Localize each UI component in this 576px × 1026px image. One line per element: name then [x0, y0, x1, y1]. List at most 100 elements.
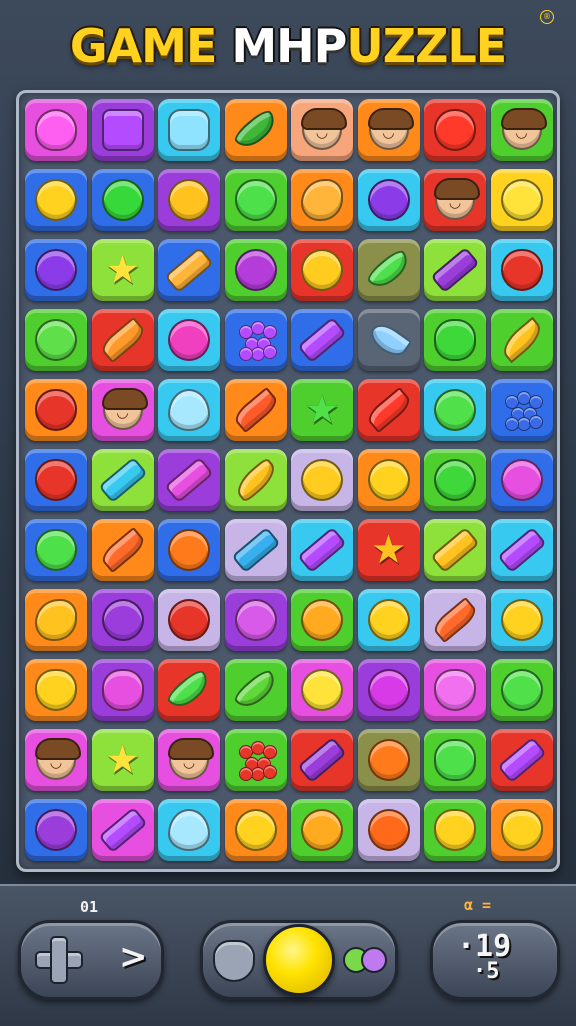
- tile-r6-c4[interactable]: [224, 449, 287, 511]
- tile-r2-c5[interactable]: [291, 169, 353, 231]
- tile-r7-c1[interactable]: [25, 519, 87, 581]
- tile-r11-c5[interactable]: [291, 799, 353, 861]
- tile-r2-c2[interactable]: [91, 169, 154, 231]
- face-icon: [168, 738, 214, 780]
- tile-r7-c6[interactable]: ★: [357, 519, 420, 581]
- tile-r7-c8[interactable]: [490, 519, 553, 581]
- tile-r4-c6[interactable]: [357, 309, 420, 371]
- dpad-icon[interactable]: [35, 936, 83, 984]
- tile-r10-c6[interactable]: [357, 729, 420, 791]
- tile-r2-c1[interactable]: [25, 169, 87, 231]
- tile-r7-c7[interactable]: [424, 519, 486, 581]
- dpad-pill[interactable]: >: [18, 920, 164, 1000]
- tile-r6-c8[interactable]: [490, 449, 553, 511]
- tile-r8-c3[interactable]: [158, 589, 220, 651]
- tile-r8-c5[interactable]: [291, 589, 353, 651]
- tile-r6-c1[interactable]: [25, 449, 87, 511]
- tile-r5-c4[interactable]: [224, 379, 287, 441]
- tile-r9-c5[interactable]: [291, 659, 353, 721]
- tile-r9-c7[interactable]: [424, 659, 486, 721]
- mango-icon: [301, 179, 343, 221]
- lime-icon: [35, 319, 77, 361]
- tile-r11-c3[interactable]: [158, 799, 220, 861]
- tile-r2-c4[interactable]: [224, 169, 287, 231]
- tile-r5-c7[interactable]: [424, 379, 486, 441]
- tile-r10-c1[interactable]: [25, 729, 87, 791]
- tile-r3-c2[interactable]: ★: [91, 239, 154, 301]
- tile-r8-c8[interactable]: [490, 589, 553, 651]
- tile-r4-c4[interactable]: [224, 309, 287, 371]
- tile-r2-c7[interactable]: [424, 169, 486, 231]
- tile-r1-c6[interactable]: [357, 99, 420, 161]
- tile-r6-c2[interactable]: [91, 449, 154, 511]
- tile-r10-c4[interactable]: [224, 729, 287, 791]
- tile-r3-c7[interactable]: [424, 239, 486, 301]
- tile-r5-c5[interactable]: ★: [291, 379, 353, 441]
- tile-r2-c8[interactable]: [490, 169, 553, 231]
- bubble-purple-icon[interactable]: [361, 947, 387, 973]
- tile-r1-c1[interactable]: [25, 99, 87, 161]
- tile-r9-c1[interactable]: [25, 659, 87, 721]
- tile-r11-c4[interactable]: [224, 799, 287, 861]
- melon-icon: [434, 739, 476, 781]
- tile-r5-c1[interactable]: [25, 379, 87, 441]
- tile-r9-c2[interactable]: [91, 659, 154, 721]
- tile-r6-c7[interactable]: [424, 449, 486, 511]
- tile-r10-c2[interactable]: ★: [91, 729, 154, 791]
- tile-r7-c2[interactable]: [91, 519, 154, 581]
- tile-r4-c1[interactable]: [25, 309, 87, 371]
- tile-r11-c7[interactable]: [424, 799, 486, 861]
- tile-r1-c7[interactable]: [424, 99, 486, 161]
- tile-r3-c3[interactable]: [158, 239, 220, 301]
- tile-r1-c3[interactable]: [158, 99, 220, 161]
- tile-r9-c6[interactable]: [357, 659, 420, 721]
- tile-r8-c2[interactable]: [91, 589, 154, 651]
- tile-r9-c3[interactable]: [158, 659, 220, 721]
- tile-r1-c2[interactable]: [91, 99, 154, 161]
- tile-r11-c1[interactable]: [25, 799, 87, 861]
- tile-r10-c5[interactable]: [291, 729, 353, 791]
- tile-r2-c3[interactable]: [158, 169, 220, 231]
- tile-r5-c2[interactable]: [91, 379, 154, 441]
- tile-r3-c6[interactable]: [357, 239, 420, 301]
- berries-icon: [501, 389, 543, 431]
- tile-r4-c2[interactable]: [91, 309, 154, 371]
- joystick-icon[interactable]: [213, 940, 255, 982]
- tile-r4-c3[interactable]: [158, 309, 220, 371]
- tile-r8-c6[interactable]: [357, 589, 420, 651]
- tile-r8-c4[interactable]: [224, 589, 287, 651]
- arrow-right-icon[interactable]: >: [119, 937, 148, 977]
- tile-r8-c1[interactable]: [25, 589, 87, 651]
- tile-r6-c3[interactable]: [158, 449, 220, 511]
- tile-r3-c5[interactable]: [291, 239, 353, 301]
- tile-r11-c6[interactable]: [357, 799, 420, 861]
- tile-r10-c8[interactable]: [490, 729, 553, 791]
- tile-r7-c3[interactable]: [158, 519, 220, 581]
- tile-r9-c8[interactable]: [490, 659, 553, 721]
- tile-r4-c8[interactable]: [490, 309, 553, 371]
- tile-r6-c6[interactable]: [357, 449, 420, 511]
- tile-r5-c8[interactable]: [490, 379, 553, 441]
- tile-r4-c7[interactable]: [424, 309, 486, 371]
- tile-r10-c7[interactable]: [424, 729, 486, 791]
- lime-icon: [500, 669, 543, 711]
- tile-r2-c6[interactable]: [357, 169, 420, 231]
- tile-r3-c4[interactable]: [224, 239, 287, 301]
- tile-r5-c3[interactable]: [158, 379, 220, 441]
- action-button[interactable]: [263, 924, 335, 996]
- tile-r11-c2[interactable]: [91, 799, 154, 861]
- tile-r10-c3[interactable]: [158, 729, 220, 791]
- tile-r1-c5[interactable]: [291, 99, 353, 161]
- tile-r7-c5[interactable]: [291, 519, 353, 581]
- tile-r1-c4[interactable]: [224, 99, 287, 161]
- tile-r3-c1[interactable]: [25, 239, 87, 301]
- tile-r9-c4[interactable]: [224, 659, 287, 721]
- tile-r11-c8[interactable]: [490, 799, 553, 861]
- tile-r3-c8[interactable]: [490, 239, 553, 301]
- tile-r4-c5[interactable]: [291, 309, 353, 371]
- tile-r1-c8[interactable]: [490, 99, 553, 161]
- tile-r8-c7[interactable]: [424, 589, 486, 651]
- tile-r6-c5[interactable]: [291, 449, 353, 511]
- tile-r5-c6[interactable]: [357, 379, 420, 441]
- tile-r7-c4[interactable]: [224, 519, 287, 581]
